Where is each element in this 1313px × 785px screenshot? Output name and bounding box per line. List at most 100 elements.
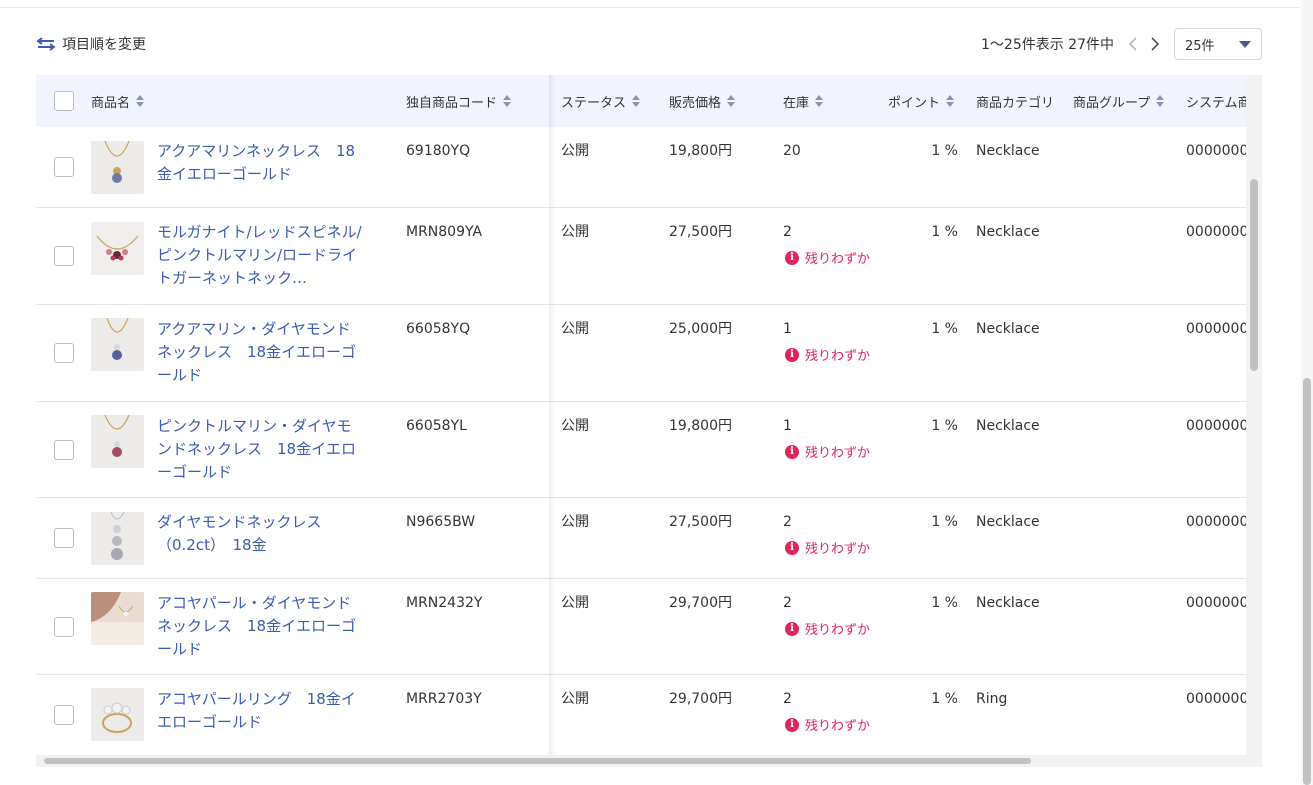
- table-row[interactable]: アコヤパール・ダイヤモンドネックレス 18金イエローゴールド MRN2432Y …: [36, 579, 1246, 675]
- price-text: 25,000円: [669, 321, 732, 337]
- point-rate: 1 %: [931, 224, 958, 240]
- product-name-link[interactable]: アクアマリンネックレス 18金イエローゴールド: [157, 140, 362, 186]
- product-thumbnail[interactable]: [91, 415, 144, 468]
- col-stock-header[interactable]: 在庫: [783, 75, 824, 127]
- col-price-header[interactable]: 販売価格: [669, 75, 736, 127]
- low-stock-badge: i 残りわずか: [785, 248, 870, 267]
- table-row[interactable]: モルガナイト/レッドスピネル/ピンクトルマリン/ロードライトガーネットネック… …: [36, 208, 1246, 305]
- product-name-link[interactable]: アクアマリン・ダイヤモンドネックレス 18金イエローゴールド: [157, 318, 362, 387]
- product-thumbnail[interactable]: [91, 222, 144, 275]
- col-point-label: ポイント: [888, 95, 941, 111]
- table-horizontal-scrollbar[interactable]: [36, 755, 1262, 767]
- per-page-select[interactable]: 25件: [1174, 28, 1262, 60]
- info-icon: i: [785, 250, 799, 265]
- table-row[interactable]: ダイヤモンドネックレス（0.2ct） 18金 N9665BW 公開 27,500…: [36, 498, 1246, 579]
- low-stock-badge: i 残りわずか: [785, 619, 870, 638]
- col-group-label: 商品グループ: [1073, 95, 1151, 111]
- col-system-header[interactable]: システム商: [1186, 75, 1246, 127]
- product-thumbnail[interactable]: [91, 512, 144, 565]
- price-text: 29,700円: [669, 595, 732, 611]
- low-stock-badge: i 残りわずか: [785, 538, 870, 557]
- low-stock-badge: i 残りわずか: [785, 345, 870, 364]
- next-page-button[interactable]: [1144, 33, 1166, 55]
- necklace-image-icon: [91, 141, 144, 194]
- col-status-header[interactable]: ステータス: [561, 75, 641, 127]
- top-divider: [0, 7, 1300, 8]
- status-text: 公開: [561, 595, 589, 611]
- col-stock-label: 在庫: [783, 95, 810, 111]
- scroll-thumb[interactable]: [44, 758, 1031, 764]
- product-thumbnail[interactable]: [91, 688, 144, 741]
- product-name-link[interactable]: ピンクトルマリン・ダイヤモンドネックレス 18金イエローゴールド: [157, 415, 362, 484]
- col-category-header[interactable]: 商品カテゴリ: [976, 75, 1054, 127]
- col-group-header[interactable]: 商品グループ: [1073, 75, 1165, 127]
- system-code: 0000000: [1186, 143, 1246, 159]
- product-name-link[interactable]: アコヤパールリング 18金イエローゴールド: [157, 688, 362, 734]
- product-thumbnail[interactable]: [91, 141, 144, 194]
- product-thumbnail[interactable]: [91, 318, 144, 371]
- status-text: 公開: [561, 224, 589, 240]
- category-text: Ring: [976, 691, 1008, 707]
- caret-down-icon: [1239, 40, 1251, 48]
- table-row[interactable]: アクアマリンネックレス 18金イエローゴールド 69180YQ 公開 19,80…: [36, 127, 1246, 208]
- table-row[interactable]: ピンクトルマリン・ダイヤモンドネックレス 18金イエローゴールド 66058YL…: [36, 402, 1246, 498]
- category-text: Necklace: [976, 321, 1040, 337]
- point-rate: 1 %: [931, 418, 958, 434]
- row-checkbox[interactable]: [54, 246, 74, 266]
- info-icon: i: [785, 540, 799, 555]
- prev-page-button[interactable]: [1122, 33, 1144, 55]
- low-stock-text: 残りわずか: [805, 542, 871, 557]
- low-stock-text: 残りわずか: [805, 446, 871, 461]
- stock-count: 2: [783, 224, 792, 240]
- pagination: 1〜25件表示 27件中 25件: [981, 28, 1262, 60]
- product-code: 66058YQ: [406, 321, 471, 337]
- row-checkbox[interactable]: [54, 528, 74, 548]
- table-vertical-scrollbar[interactable]: [1246, 75, 1262, 755]
- row-checkbox[interactable]: [54, 440, 74, 460]
- col-category-label: 商品カテゴリ: [976, 95, 1055, 111]
- chevron-right-icon: [1151, 37, 1159, 51]
- category-text: Necklace: [976, 595, 1040, 611]
- sort-icon: [815, 94, 824, 108]
- col-status-label: ステータス: [561, 95, 627, 111]
- status-text: 公開: [561, 418, 589, 434]
- row-checkbox[interactable]: [54, 705, 74, 725]
- sort-icon: [727, 94, 736, 108]
- col-name-label: 商品名: [91, 95, 131, 111]
- system-code: 0000000: [1186, 224, 1246, 240]
- low-stock-text: 残りわずか: [805, 252, 871, 267]
- row-checkbox[interactable]: [54, 617, 74, 637]
- reorder-label: 項目順を変更: [62, 37, 146, 53]
- point-rate: 1 %: [931, 321, 958, 337]
- category-text: Necklace: [976, 514, 1040, 530]
- scroll-thumb[interactable]: [1303, 378, 1311, 785]
- system-code: 0000000: [1186, 595, 1246, 611]
- product-code: 69180YQ: [406, 143, 471, 159]
- table-row[interactable]: アクアマリン・ダイヤモンドネックレス 18金イエローゴールド 66058YQ 公…: [36, 305, 1246, 402]
- reorder-columns-button[interactable]: 項目順を変更: [36, 34, 146, 54]
- info-icon: i: [785, 444, 799, 459]
- point-rate: 1 %: [931, 595, 958, 611]
- col-code-header[interactable]: 独自商品コード: [406, 75, 512, 127]
- category-text: Necklace: [976, 224, 1040, 240]
- select-all-checkbox[interactable]: [54, 91, 74, 111]
- page-vertical-scrollbar[interactable]: [1301, 0, 1313, 785]
- low-stock-text: 残りわずか: [805, 623, 871, 638]
- product-thumbnail[interactable]: [91, 592, 144, 645]
- col-point-header[interactable]: ポイント: [888, 75, 955, 127]
- per-page-value: 25件: [1185, 38, 1215, 54]
- scroll-thumb[interactable]: [1250, 179, 1258, 371]
- product-code: MRR2703Y: [406, 691, 482, 707]
- table-row[interactable]: アコヤパールリング 18金イエローゴールド MRR2703Y 公開 29,700…: [36, 675, 1246, 755]
- product-code: MRN2432Y: [406, 595, 483, 611]
- stock-count: 2: [783, 514, 792, 530]
- info-icon: i: [785, 717, 799, 732]
- product-name-link[interactable]: ダイヤモンドネックレス（0.2ct） 18金: [157, 511, 362, 557]
- row-checkbox[interactable]: [54, 157, 74, 177]
- ring-image-icon: [91, 688, 144, 741]
- product-name-link[interactable]: アコヤパール・ダイヤモンドネックレス 18金イエローゴールド: [157, 592, 362, 661]
- price-text: 29,700円: [669, 691, 732, 707]
- col-name-header[interactable]: 商品名: [91, 75, 145, 127]
- product-name-link[interactable]: モルガナイト/レッドスピネル/ピンクトルマリン/ロードライトガーネットネック…: [157, 221, 362, 290]
- row-checkbox[interactable]: [54, 343, 74, 363]
